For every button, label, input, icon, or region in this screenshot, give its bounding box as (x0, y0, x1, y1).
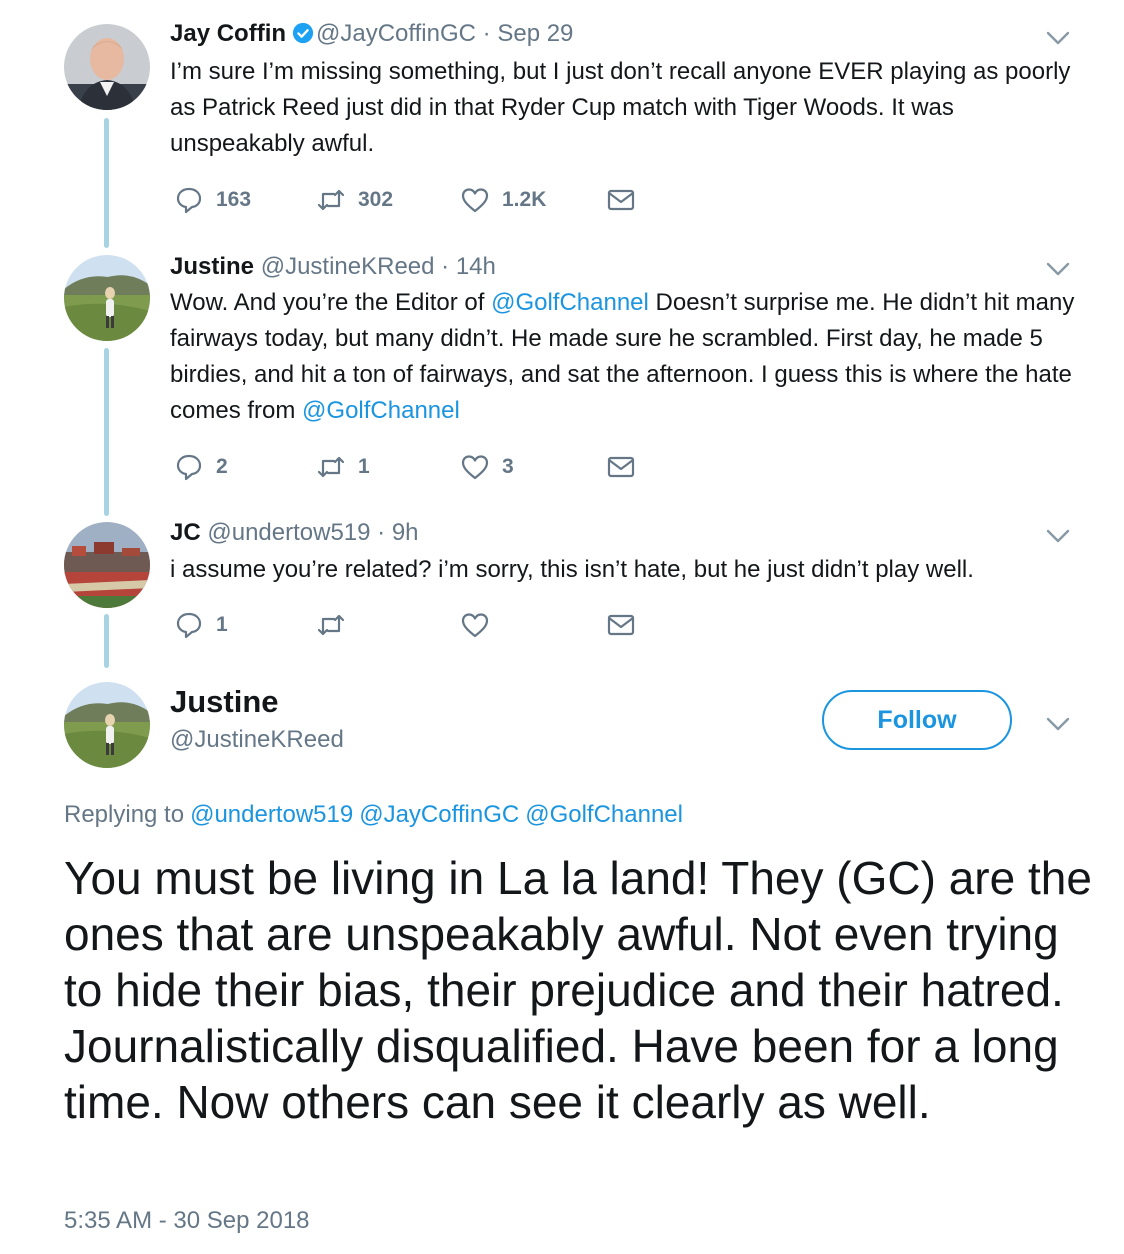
mention-link[interactable]: @GolfChannel (491, 289, 649, 316)
author-handle[interactable]: @undertow519 (207, 519, 370, 546)
retweet-button[interactable]: 1 (316, 452, 370, 482)
message-button[interactable] (606, 452, 636, 482)
retweet-count: 1 (358, 455, 370, 478)
like-icon (461, 455, 489, 480)
tweet-header: JC @undertow519 · 9h (170, 519, 419, 547)
author-name[interactable]: Jay Coffin (170, 20, 286, 47)
reply-icon (176, 454, 202, 481)
thread-line (104, 614, 109, 668)
replying-to: Replying to @undertow519 @JayCoffinGC @Golf… (64, 801, 683, 829)
retweet-icon (317, 189, 345, 211)
mention-link[interactable]: @undertow519 (190, 801, 353, 828)
like-button[interactable] (460, 610, 490, 640)
retweet-icon (317, 456, 345, 478)
author-handle[interactable]: @JayCoffinGC (316, 20, 476, 47)
like-button[interactable]: 3 (460, 452, 514, 482)
thread-line (104, 348, 109, 516)
like-count: 1.2K (502, 188, 547, 211)
tweet-time[interactable]: · Sep 29 (483, 20, 574, 47)
avatar[interactable] (64, 682, 150, 768)
follow-button[interactable]: Follow (822, 690, 1012, 750)
reply-button[interactable]: 163 (174, 185, 251, 215)
reply-icon (176, 612, 202, 639)
like-count: 3 (502, 455, 514, 478)
tweet-text: i assume you’re related? i’m sorry, this… (170, 556, 974, 583)
avatar[interactable] (64, 255, 150, 341)
tweet-time[interactable]: · 9h (377, 519, 418, 546)
chevron-down-icon[interactable] (1046, 716, 1070, 732)
reply-count: 163 (216, 188, 252, 211)
author-name[interactable]: JC (170, 519, 201, 546)
message-icon (607, 189, 635, 211)
tweet-header: Jay Coffin @JayCoffinGC · Sep 29 (170, 20, 573, 48)
like-icon (461, 188, 489, 213)
tweet-text: Wow. And you’re the Editor of @GolfChann… (170, 285, 1080, 429)
reply-count: 1 (216, 613, 228, 636)
author-name[interactable]: Justine (170, 684, 279, 720)
main-tweet-text: You must be living in La la land! They (… (64, 852, 1092, 1128)
tweet-text: I’m sure I’m missing something, but I ju… (170, 58, 1071, 157)
reply-count: 2 (216, 455, 228, 478)
tweet-time[interactable]: · 14h (441, 253, 496, 280)
tweet-header: Justine @JustineKReed · 14h (170, 253, 496, 281)
avatar[interactable] (64, 24, 150, 110)
mention-link[interactable]: @GolfChannel (302, 397, 460, 424)
message-button[interactable] (606, 185, 636, 215)
chevron-down-icon[interactable] (1046, 261, 1070, 277)
avatar[interactable] (64, 522, 150, 608)
replying-to-label: Replying to (64, 801, 185, 828)
reply-icon (176, 187, 202, 214)
reply-button[interactable]: 2 (174, 452, 228, 482)
retweet-button[interactable] (316, 610, 346, 640)
reply-button[interactable]: 1 (174, 610, 228, 640)
retweet-icon (317, 614, 345, 636)
message-button[interactable] (606, 610, 636, 640)
author-handle[interactable]: @JustineKReed (170, 726, 344, 754)
mention-link[interactable]: @JayCoffinGC (359, 801, 519, 828)
message-icon (607, 614, 635, 636)
message-icon (607, 456, 635, 478)
tweet-timestamp[interactable]: 5:35 AM - 30 Sep 2018 (64, 1207, 310, 1235)
tweet-text-part: Wow. And you’re the Editor of (170, 289, 492, 316)
author-name[interactable]: Justine (170, 253, 254, 280)
chevron-down-icon[interactable] (1046, 528, 1070, 544)
author-handle[interactable]: @JustineKReed (261, 253, 435, 280)
retweet-button[interactable]: 302 (316, 185, 393, 215)
like-button[interactable]: 1.2K (460, 185, 546, 215)
verified-badge-icon (292, 22, 314, 44)
retweet-count: 302 (358, 188, 394, 211)
chevron-down-icon[interactable] (1046, 30, 1070, 46)
thread-line (104, 118, 109, 248)
mention-link[interactable]: @GolfChannel (525, 801, 683, 828)
like-icon (461, 613, 489, 638)
